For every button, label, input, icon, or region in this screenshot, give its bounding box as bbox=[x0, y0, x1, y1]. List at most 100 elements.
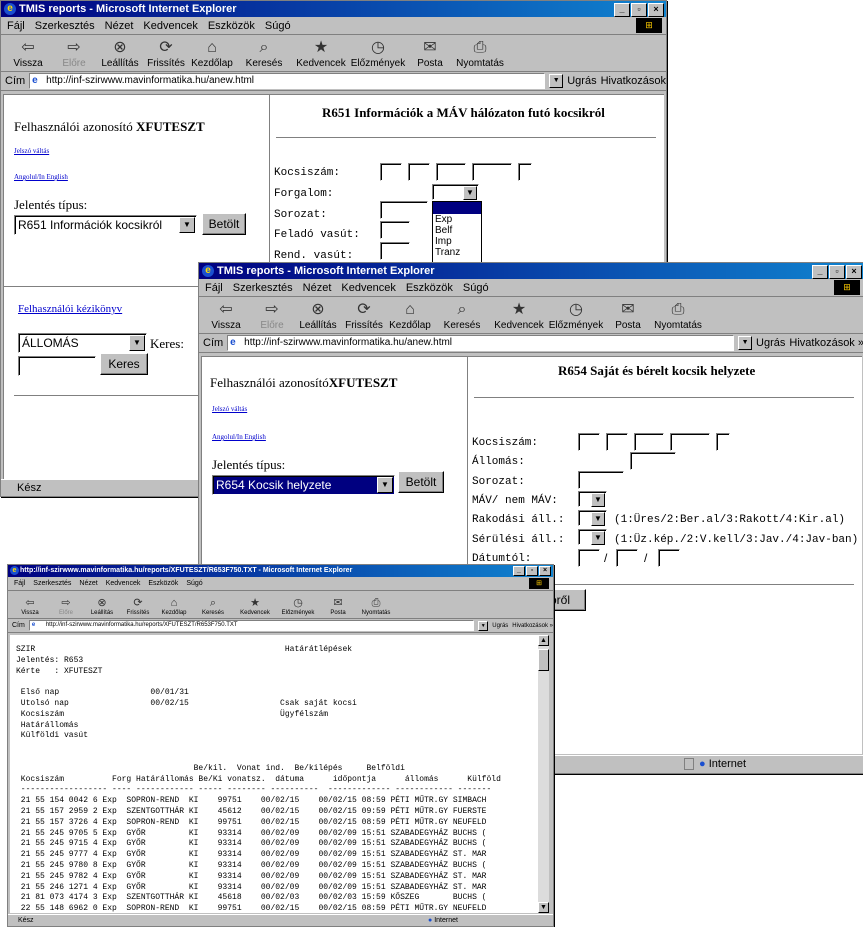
menu-file[interactable]: Fájl bbox=[7, 20, 25, 32]
load-button[interactable]: Betölt bbox=[202, 213, 246, 235]
wagon-number-check[interactable] bbox=[716, 433, 730, 451]
wagon-number-part1[interactable] bbox=[380, 163, 402, 181]
search-button[interactable]: ⌕ Keresés bbox=[192, 596, 234, 618]
wagon-number-part4[interactable] bbox=[472, 163, 512, 181]
maximize-button[interactable]: ▫ bbox=[526, 566, 538, 576]
menu-edit[interactable]: Szerkesztés bbox=[35, 20, 95, 32]
history-button[interactable]: ◷ Előzmények bbox=[547, 300, 605, 333]
go-button[interactable]: Ugrás bbox=[492, 623, 508, 629]
minimize-button[interactable]: _ bbox=[812, 265, 828, 279]
report-type-select[interactable]: R654 Kocsik helyzete ▼ bbox=[212, 475, 395, 495]
address-input[interactable]: http://inf-szirwww.mavinformatika.hu/rep… bbox=[28, 620, 475, 631]
print-button[interactable]: ⎙ Nyomtatás bbox=[356, 596, 396, 618]
dest-railway-input[interactable] bbox=[380, 242, 410, 260]
stop-button[interactable]: ⊗ Leállítás bbox=[97, 38, 143, 71]
home-button[interactable]: ⌂ Kezdőlap bbox=[156, 596, 192, 618]
traffic-option-imp[interactable]: Imp bbox=[433, 236, 481, 247]
stop-button[interactable]: ⊗ Leállítás bbox=[295, 300, 341, 333]
home-button[interactable]: ⌂ Kezdőlap bbox=[387, 300, 433, 333]
search-button[interactable]: ⌕ Keresés bbox=[433, 300, 491, 333]
wagon-number-part2[interactable] bbox=[408, 163, 430, 181]
menu-tools[interactable]: Eszközök bbox=[406, 282, 453, 294]
mail-button[interactable]: ✉ Posta bbox=[407, 38, 453, 71]
damage-state-select[interactable]: ▼ bbox=[578, 529, 607, 545]
favorites-button[interactable]: ★ Kedvencek bbox=[491, 300, 547, 333]
stop-button[interactable]: ⊗ Leállítás bbox=[84, 596, 120, 618]
user-manual-link[interactable]: Felhasználói kézikönyv bbox=[18, 303, 122, 315]
search-submit-button[interactable]: Keres bbox=[100, 353, 148, 375]
address-dropdown-button[interactable]: ▼ bbox=[549, 74, 564, 88]
window2-titlebar[interactable]: e TMIS reports - Microsoft Internet Expl… bbox=[199, 263, 863, 279]
load-button[interactable]: Betölt bbox=[398, 471, 444, 493]
sender-railway-input[interactable] bbox=[380, 221, 410, 239]
date-day-input[interactable] bbox=[658, 549, 680, 567]
close-button[interactable]: × bbox=[539, 566, 551, 576]
password-change-link[interactable]: Jelszó váltás bbox=[14, 147, 49, 155]
forward-button[interactable]: ⇨ Előre bbox=[249, 300, 295, 333]
series-input[interactable] bbox=[380, 201, 428, 219]
traffic-option-empty[interactable] bbox=[433, 202, 481, 214]
english-link[interactable]: Angolul/In English bbox=[212, 433, 266, 441]
wagon-number-check[interactable] bbox=[518, 163, 532, 181]
print-button[interactable]: ⎙ Nyomtatás bbox=[651, 300, 705, 333]
menu-help[interactable]: Súgó bbox=[463, 282, 489, 294]
menu-favorites[interactable]: Kedvencek bbox=[341, 282, 395, 294]
links-label[interactable]: Hivatkozások » bbox=[789, 337, 863, 349]
traffic-option-tranz[interactable]: Tranz bbox=[433, 247, 481, 258]
date-year-input[interactable] bbox=[578, 549, 600, 567]
vertical-scrollbar[interactable]: ▲ ▼ bbox=[538, 635, 549, 913]
favorites-button[interactable]: ★ Kedvencek bbox=[293, 38, 349, 71]
menu-file[interactable]: Fájl bbox=[14, 580, 25, 587]
station-input[interactable] bbox=[630, 452, 676, 470]
back-button[interactable]: ⇦ Vissza bbox=[12, 596, 48, 618]
menu-view[interactable]: Nézet bbox=[303, 282, 332, 294]
address-input[interactable]: http://inf-szirwww.mavinformatika.hu/ane… bbox=[29, 73, 546, 89]
scroll-down-icon[interactable]: ▼ bbox=[538, 902, 549, 913]
address-dropdown-button[interactable]: ▼ bbox=[478, 620, 489, 631]
wagon-number-part1[interactable] bbox=[578, 433, 600, 451]
search-button[interactable]: ⌕ Keresés bbox=[235, 38, 293, 71]
refresh-button[interactable]: ⟳ Frissítés bbox=[143, 38, 189, 71]
wagon-number-part3[interactable] bbox=[634, 433, 664, 451]
date-month-input[interactable] bbox=[616, 549, 638, 567]
menu-help[interactable]: Súgó bbox=[186, 580, 202, 587]
refresh-button[interactable]: ⟳ Frissítés bbox=[341, 300, 387, 333]
loading-state-select[interactable]: ▼ bbox=[578, 510, 607, 526]
mail-button[interactable]: ✉ Posta bbox=[605, 300, 651, 333]
close-button[interactable]: × bbox=[648, 3, 664, 17]
history-button[interactable]: ◷ Előzmények bbox=[276, 596, 320, 618]
window1-titlebar[interactable]: e TMIS reports - Microsoft Internet Expl… bbox=[1, 1, 666, 17]
menu-tools[interactable]: Eszközök bbox=[208, 20, 255, 32]
traffic-select[interactable]: ▼ bbox=[432, 184, 479, 200]
back-button[interactable]: ⇦ Vissza bbox=[5, 38, 51, 71]
address-input[interactable]: http://inf-szirwww.mavinformatika.hu/ane… bbox=[227, 335, 735, 351]
print-button[interactable]: ⎙ Nyomtatás bbox=[453, 38, 507, 71]
home-button[interactable]: ⌂ Kezdőlap bbox=[189, 38, 235, 71]
scroll-up-icon[interactable]: ▲ bbox=[538, 635, 549, 646]
go-button[interactable]: Ugrás bbox=[567, 75, 596, 87]
go-button[interactable]: Ugrás bbox=[756, 337, 785, 349]
scroll-thumb[interactable] bbox=[538, 649, 549, 671]
wagon-number-part2[interactable] bbox=[606, 433, 628, 451]
series-input[interactable] bbox=[578, 471, 624, 489]
links-label[interactable]: Hivatkozások bbox=[601, 75, 666, 87]
forward-button[interactable]: ⇨ Előre bbox=[48, 596, 84, 618]
menu-tools[interactable]: Eszközök bbox=[148, 580, 178, 587]
minimize-button[interactable]: _ bbox=[513, 566, 525, 576]
window3-titlebar[interactable]: e http://inf-szirwww.mavinformatika.hu/r… bbox=[8, 565, 553, 577]
close-button[interactable]: × bbox=[846, 265, 862, 279]
menu-file[interactable]: Fájl bbox=[205, 282, 223, 294]
menu-edit[interactable]: Szerkesztés bbox=[33, 580, 71, 587]
search-input[interactable] bbox=[18, 356, 96, 376]
traffic-option-belf[interactable]: Belf bbox=[433, 225, 481, 236]
minimize-button[interactable]: _ bbox=[614, 3, 630, 17]
history-button[interactable]: ◷ Előzmények bbox=[349, 38, 407, 71]
menu-favorites[interactable]: Kedvencek bbox=[106, 580, 141, 587]
favorites-button[interactable]: ★ Kedvencek bbox=[234, 596, 276, 618]
menu-view[interactable]: Nézet bbox=[105, 20, 134, 32]
menu-view[interactable]: Nézet bbox=[79, 580, 97, 587]
menu-help[interactable]: Súgó bbox=[265, 20, 291, 32]
wagon-number-part4[interactable] bbox=[670, 433, 710, 451]
menu-edit[interactable]: Szerkesztés bbox=[233, 282, 293, 294]
report-type-select[interactable]: R651 Információk kocsikról ▼ bbox=[14, 215, 197, 235]
